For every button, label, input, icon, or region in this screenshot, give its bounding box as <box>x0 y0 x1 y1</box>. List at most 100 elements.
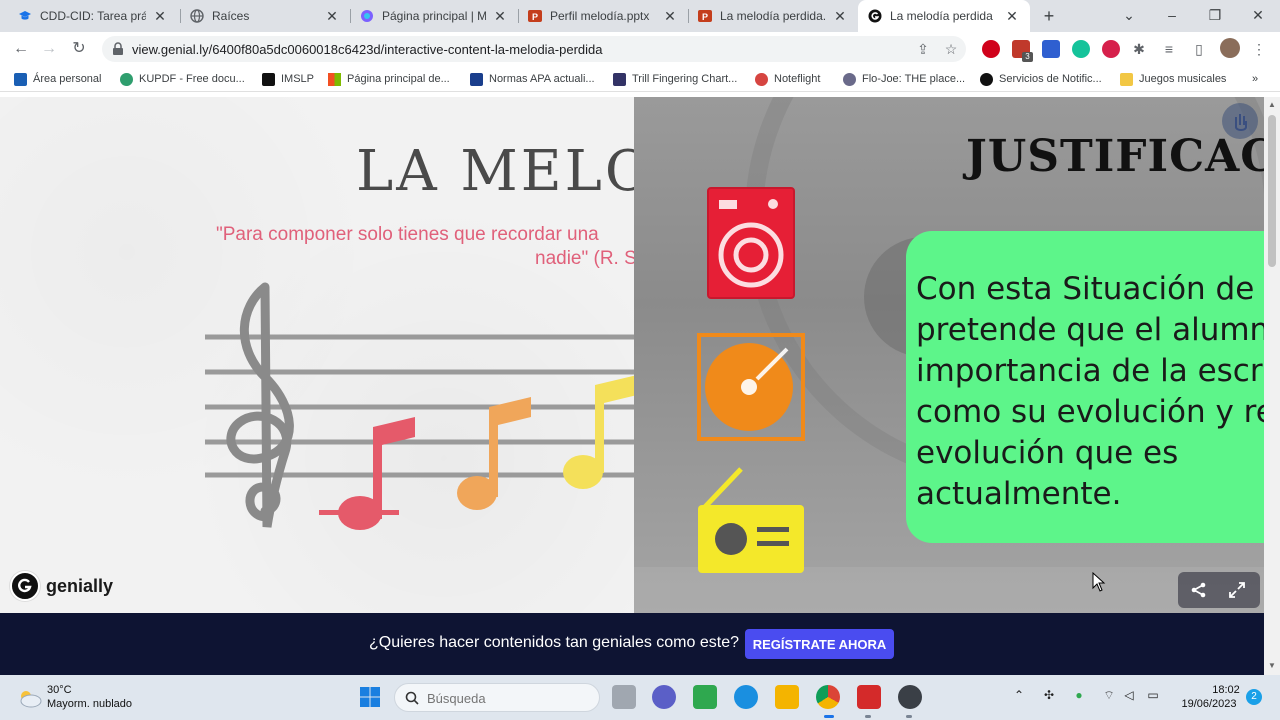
url-input[interactable] <box>132 39 872 59</box>
clock-date[interactable]: 19/06/2023 <box>1178 698 1240 710</box>
signup-banner: ¿Quieres hacer contenidos tan geniales c… <box>0 613 1264 675</box>
radio-icon[interactable] <box>697 467 807 575</box>
search-input[interactable] <box>427 690 587 707</box>
graduation-extension-icon[interactable] <box>1042 40 1060 58</box>
powerpoint-icon: P <box>698 9 712 23</box>
share-page-icon[interactable]: ⇪ <box>914 40 932 58</box>
scroll-up-arrow[interactable]: ▲ <box>1267 100 1277 110</box>
tab-search-icon[interactable]: ⌄ <box>1117 4 1141 26</box>
bookmark-microsoft[interactable]: Página principal de... <box>328 70 450 88</box>
profile-avatar[interactable] <box>1220 38 1240 58</box>
acrobat-icon[interactable] <box>857 685 881 709</box>
green-app-icon[interactable] <box>693 685 717 709</box>
quote-line-1: "Para componer solo tienes que recordar … <box>216 224 599 245</box>
bookmark-kupdf[interactable]: KUPDF - Free docu... <box>120 70 245 88</box>
grammarly-icon[interactable] <box>1072 40 1090 58</box>
copilot-icon <box>360 9 374 23</box>
menu-kebab-icon[interactable]: ⋮ <box>1250 40 1268 58</box>
close-tab-icon[interactable]: ✕ <box>662 8 678 24</box>
fullscreen-icon[interactable] <box>1228 581 1246 599</box>
opera-extension-icon[interactable] <box>982 40 1000 58</box>
chrome-icon[interactable] <box>816 685 840 709</box>
battery-icon[interactable]: ▭ <box>1144 688 1162 706</box>
new-tab-button[interactable]: + <box>1038 5 1060 27</box>
quote-line-2: nadie" (R. S <box>535 248 634 269</box>
noteflight-icon <box>755 72 768 86</box>
bookmark-noteflight[interactable]: Noteflight <box>755 70 820 88</box>
reload-button[interactable]: ↻ <box>68 38 90 60</box>
tray-chevron-icon[interactable]: ⌃ <box>1010 688 1028 706</box>
bookmark-imslp[interactable]: IMSLP <box>262 70 314 88</box>
tab-melodia-pptx[interactable]: P La melodía perdida.pptx ✕ <box>688 2 858 30</box>
page-scrollbar[interactable]: ▲ ▼ <box>1264 97 1280 675</box>
tab-perfil-melodia[interactable]: P Perfil melodía.pptx ✕ <box>518 2 688 30</box>
speaker-icon[interactable] <box>707 187 795 299</box>
microphone-icon[interactable]: ● <box>1070 688 1088 706</box>
turntable-icon[interactable] <box>697 333 805 441</box>
cloud-sun-icon[interactable] <box>16 688 42 708</box>
restore-button[interactable]: ❐ <box>1203 4 1227 26</box>
volume-icon[interactable]: ◁ <box>1120 688 1138 706</box>
task-view-icon[interactable] <box>612 685 636 709</box>
windows-taskbar: 30°C Mayorm. nublado ⌃ ✣ ● ⌔ ◁ ▭ 18:02 1… <box>0 675 1280 720</box>
svg-text:P: P <box>702 12 708 22</box>
side-panel-icon[interactable]: ▯ <box>1190 40 1208 58</box>
justificacion-text: Con esta Situación de pretende que el al… <box>916 271 1264 512</box>
tab-title: Raíces <box>212 9 250 23</box>
lock-icon <box>113 42 123 55</box>
close-tab-icon[interactable]: ✕ <box>832 8 848 24</box>
clock-time[interactable]: 18:02 <box>1206 684 1246 696</box>
bookmark-normas-apa[interactable]: Normas APA actuali... <box>470 70 595 88</box>
bookmark-servicios[interactable]: Servicios de Notific... <box>980 70 1102 88</box>
scroll-down-arrow[interactable]: ▼ <box>1267 661 1277 671</box>
close-tab-icon[interactable]: ✕ <box>152 8 168 24</box>
forward-button[interactable]: → <box>38 38 60 60</box>
notification-badge[interactable]: 2 <box>1246 689 1262 705</box>
genially-brand-text: genially <box>46 575 114 596</box>
taskbar-search[interactable] <box>394 683 600 712</box>
graduation-cap-icon <box>14 72 27 86</box>
tab-microsoft[interactable]: Página principal | Microsoft ✕ <box>350 2 518 30</box>
bookmark-flo-joe[interactable]: Flo-Joe: THE place... <box>843 70 965 88</box>
edge-icon[interactable] <box>734 685 758 709</box>
slide-justificacion: JUSTIFICACI Con esta Situación de preten… <box>634 97 1264 613</box>
tab-title: Perfil melodía.pptx <box>550 9 650 23</box>
slide-cover: LA MELODÍ "Para componer solo tienes que… <box>0 97 634 613</box>
share-icon[interactable] <box>1190 581 1208 599</box>
bookmark-juegos-musicales[interactable]: Juegos musicales <box>1120 70 1226 88</box>
tab-melodia-perdida-active[interactable]: La melodía perdida ✕ <box>858 0 1030 32</box>
tab-cdd-cid[interactable]: CDD-CID: Tarea práctica ✕ <box>8 2 178 30</box>
teams-chat-icon[interactable] <box>652 685 676 709</box>
hand-cursor-button[interactable] <box>1222 103 1258 139</box>
graduation-cap-icon <box>18 9 32 23</box>
tab-title: CDD-CID: Tarea práctica <box>40 9 146 23</box>
browser-toolbar: ← → ↻ ⇪ ☆ 3 ✱ ≡ ▯ ⋮ <box>0 32 1280 66</box>
close-tab-icon[interactable]: ✕ <box>492 8 508 24</box>
kupdf-icon <box>120 72 133 86</box>
register-button[interactable]: REGÍSTRATE AHORA <box>745 629 894 659</box>
tab-title: La melodía perdida <box>890 9 993 23</box>
bookmark-area-personal[interactable]: Área personal <box>14 70 102 88</box>
minimize-button[interactable]: – <box>1160 4 1184 26</box>
back-button[interactable]: ← <box>10 38 32 60</box>
obs-icon[interactable] <box>898 685 922 709</box>
svg-text:P: P <box>532 12 538 22</box>
file-explorer-icon[interactable] <box>775 685 799 709</box>
bookmark-trill-fingering[interactable]: Trill Fingering Chart... <box>613 70 737 88</box>
address-bar[interactable]: ⇪ ☆ <box>102 36 966 62</box>
mendeley-icon[interactable] <box>1102 40 1120 58</box>
windows-start-icon[interactable] <box>358 685 382 709</box>
close-window-button[interactable]: ✕ <box>1246 4 1270 26</box>
tray-app-icon[interactable]: ✣ <box>1040 688 1058 706</box>
close-tab-icon[interactable]: ✕ <box>324 8 340 24</box>
tab-raices[interactable]: Raíces ✕ <box>180 2 350 30</box>
close-tab-icon[interactable]: ✕ <box>1004 8 1020 24</box>
genially-brand[interactable]: genially <box>10 571 113 601</box>
more-bookmarks-icon[interactable]: » <box>1252 70 1258 88</box>
media-controls-icon[interactable]: ≡ <box>1160 40 1178 58</box>
wifi-icon[interactable]: ⌔ <box>1100 688 1118 706</box>
flo-joe-icon <box>843 72 856 86</box>
bookmark-star-icon[interactable]: ☆ <box>942 40 960 58</box>
extensions-puzzle-icon[interactable]: ✱ <box>1130 40 1148 58</box>
scrollbar-thumb[interactable] <box>1268 115 1276 267</box>
